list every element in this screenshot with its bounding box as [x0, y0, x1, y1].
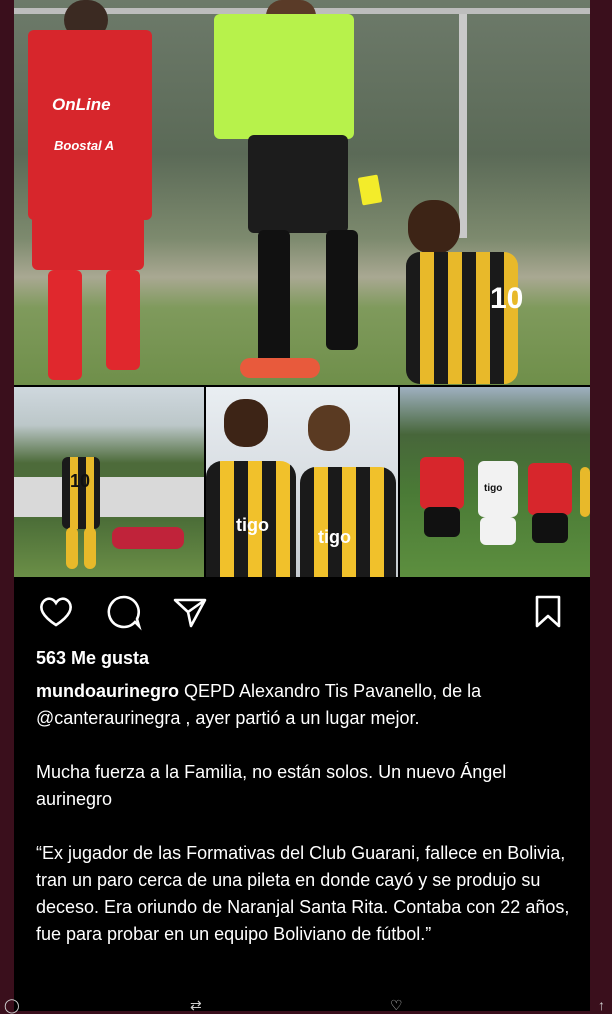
sponsor-secondary-text: Boostal A — [54, 138, 115, 153]
bookmark-icon[interactable] — [528, 592, 568, 632]
comment-icon[interactable] — [104, 592, 144, 632]
shirt-number-thumb: 10 — [70, 471, 91, 491]
thumbnail-photo-3[interactable]: tigo — [400, 387, 590, 577]
caption-paragraph-1: mundoaurinegro QEPD Alexandro Tis Pavane… — [36, 678, 576, 732]
thumbnail-photo-1[interactable]: 10 — [14, 387, 204, 577]
heart-icon-bottom[interactable]: ♡ — [390, 997, 403, 1014]
caption-paragraph-2: Mucha fuerza a la Familia, no están solo… — [36, 762, 507, 809]
caption-paragraph-3: “Ex jugador de las Formativas del Club G… — [36, 843, 570, 944]
comment-icon-bottom[interactable]: ◯ — [4, 997, 20, 1014]
tigo-logo-right: tigo — [318, 527, 351, 547]
sponsor-online-text: OnLine — [52, 95, 111, 114]
share-icon[interactable] — [170, 592, 210, 632]
tigo-logo-left: tigo — [236, 515, 269, 535]
shirt-number-main: 10 — [490, 282, 524, 315]
heart-icon[interactable] — [36, 592, 76, 632]
tigo-logo-white-kit: tigo — [484, 483, 503, 494]
post-action-bar — [14, 580, 590, 644]
bottom-toolbar-partial: ◯ ⇄ ♡ ↑ — [0, 993, 612, 1014]
retweet-icon[interactable]: ⇄ — [190, 997, 202, 1014]
thumbnail-photo-2[interactable]: tigo tigo — [206, 387, 398, 577]
like-count[interactable]: 563 Me gusta — [36, 648, 149, 669]
post-caption: mundoaurinegro QEPD Alexandro Tis Pavane… — [36, 678, 576, 975]
username[interactable]: mundoaurinegro — [36, 681, 179, 701]
main-photo[interactable]: OnLine Boostal A 10 — [14, 0, 590, 385]
